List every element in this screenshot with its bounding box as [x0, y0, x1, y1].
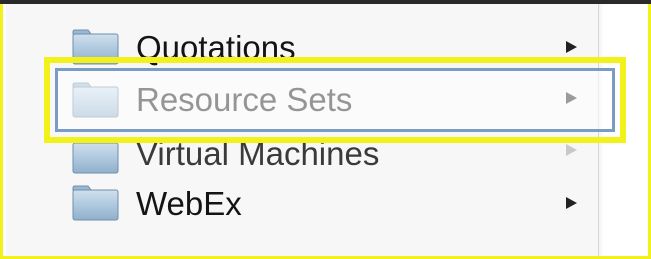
- submenu-arrow-icon: [566, 41, 577, 53]
- folder-icon: [72, 185, 119, 221]
- menu-item-resource-sets[interactable]: Resource Sets: [6, 75, 598, 123]
- submenu-arrow-icon: [566, 144, 577, 156]
- submenu-arrow-icon: [566, 197, 577, 209]
- menu-item-virtual-machines[interactable]: Virtual Machines: [6, 134, 598, 182]
- screenshot-frame: Quotations Resource Sets Virtual Machine…: [0, 0, 651, 259]
- folder-icon: [72, 142, 119, 174]
- top-edge: [0, 0, 651, 4]
- menu-item-quotations[interactable]: Quotations: [6, 23, 598, 71]
- folder-icon: [72, 29, 119, 65]
- menu-item-label: Virtual Machines: [136, 135, 380, 172]
- menu-item-webex[interactable]: WebEx: [6, 181, 598, 229]
- menu-item-label: WebEx: [136, 185, 242, 222]
- menu-item-label: Resource Sets: [136, 81, 353, 118]
- menu-item-label: Quotations: [136, 29, 296, 66]
- folder-icon: [72, 82, 119, 118]
- window-gutter: [598, 3, 648, 256]
- submenu-arrow-icon: [566, 92, 577, 104]
- folder-menu: Quotations Resource Sets Virtual Machine…: [6, 3, 598, 256]
